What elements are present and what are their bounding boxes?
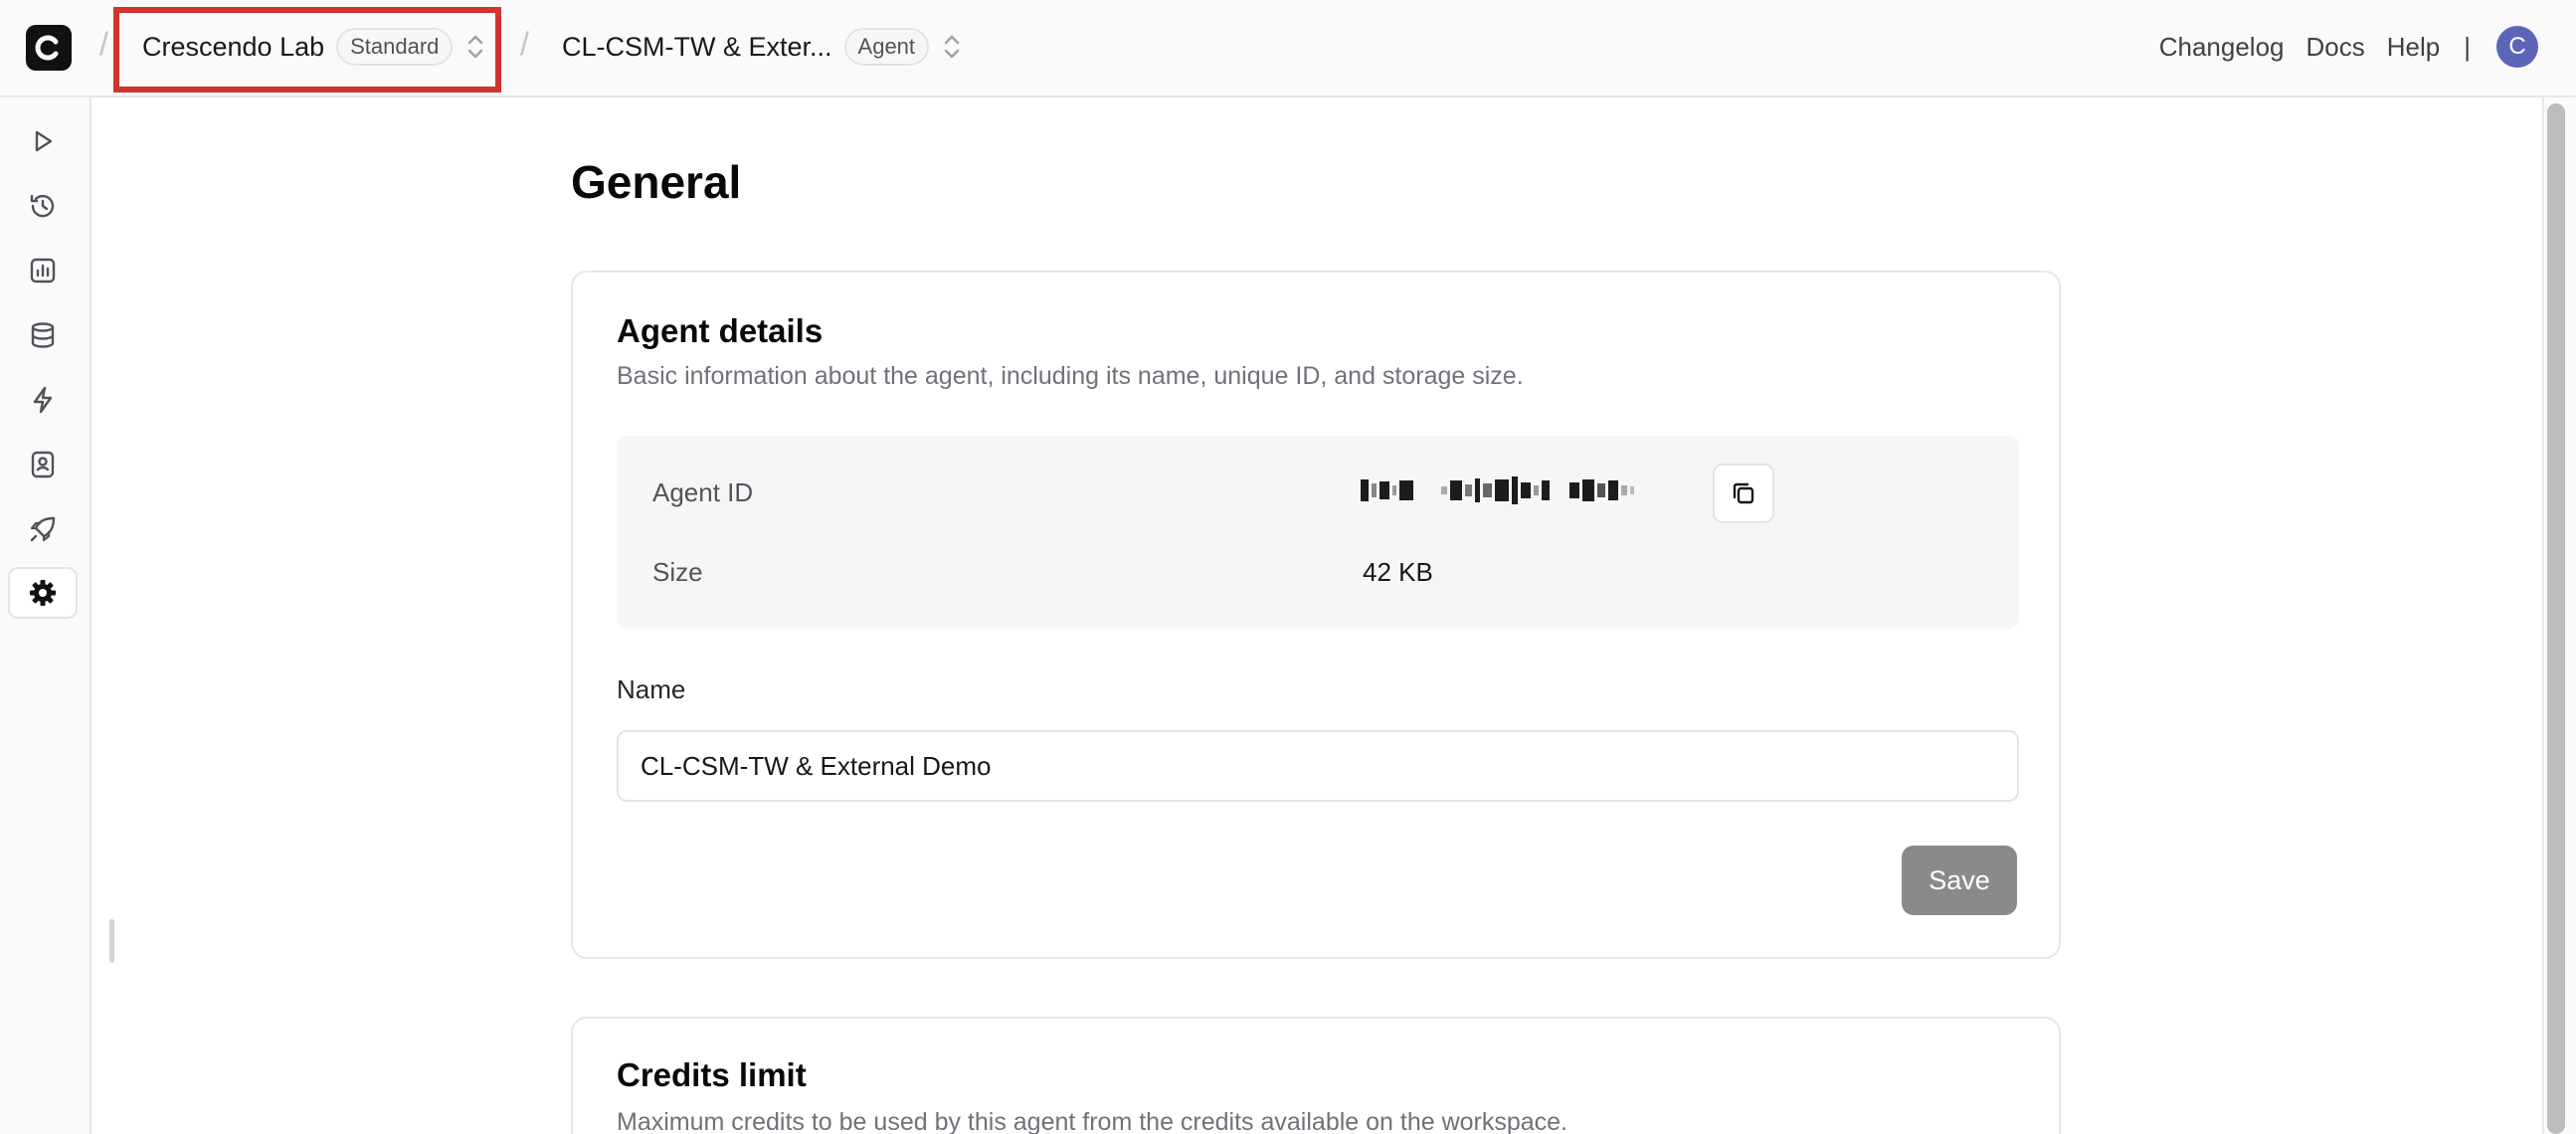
sidebar-item-settings[interactable] <box>8 567 78 619</box>
page-title: General <box>571 156 742 208</box>
chevron-up-down-icon <box>468 35 483 59</box>
agent-details-card: Agent details Basic information about th… <box>571 271 2061 959</box>
sidebar-item-deploy[interactable] <box>8 503 78 555</box>
docs-link[interactable]: Docs <box>2306 32 2365 63</box>
agent-id-label: Agent ID <box>652 477 754 507</box>
integrations-icon <box>33 386 53 414</box>
save-button[interactable]: Save <box>1902 846 2017 915</box>
copy-icon <box>1733 482 1754 504</box>
database-icon <box>31 322 55 348</box>
plan-badge: Standard <box>336 28 454 66</box>
breadcrumb-separator: / <box>99 26 108 62</box>
play-icon <box>35 130 53 152</box>
sidebar-item-analytics[interactable] <box>8 245 78 296</box>
agent-info-panel: Agent ID Size 42 KB <box>617 436 2019 629</box>
history-icon <box>30 194 55 218</box>
agent-details-heading: Agent details <box>617 312 824 349</box>
workspace-name: Crescendo Lab <box>142 31 325 62</box>
agent-id-value-redacted <box>1361 475 1699 505</box>
name-label: Name <box>617 674 686 704</box>
help-link[interactable]: Help <box>2387 32 2440 63</box>
size-label: Size <box>652 557 703 587</box>
copy-agent-id-button[interactable] <box>1713 464 1774 523</box>
workspace-switcher[interactable]: Crescendo Lab Standard <box>142 0 486 94</box>
sidebar-item-sources[interactable] <box>8 309 78 361</box>
changelog-link[interactable]: Changelog <box>2159 32 2285 63</box>
contacts-icon <box>31 451 55 478</box>
agent-switcher[interactable]: CL-CSM-TW & Exter... Agent <box>562 0 963 94</box>
analytics-icon <box>30 258 56 284</box>
agent-name: CL-CSM-TW & Exter... <box>562 31 832 62</box>
credits-limit-description: Maximum credits to be used by this agent… <box>617 1108 1568 1134</box>
size-value: 42 KB <box>1363 557 1433 587</box>
settings-icon <box>30 580 56 606</box>
scrollbar-thumb[interactable] <box>2547 103 2565 1134</box>
sidebar-resize-handle[interactable] <box>109 919 114 963</box>
top-bar: / Crescendo Lab Standard / CL-CSM-TW & E… <box>0 0 2576 97</box>
sidebar-item-playground[interactable] <box>8 115 78 167</box>
sidebar-item-activity[interactable] <box>8 180 78 232</box>
agent-name-input[interactable] <box>617 730 2019 802</box>
sidebar-item-contacts[interactable] <box>8 439 78 490</box>
breadcrumb-separator: / <box>520 26 529 62</box>
agent-details-description: Basic information about the agent, inclu… <box>617 362 1524 390</box>
sidebar <box>0 97 92 1134</box>
sidebar-item-actions[interactable] <box>8 374 78 426</box>
credits-limit-card: Credits limit Maximum credits to be used… <box>571 1017 2061 1134</box>
agent-badge: Agent <box>843 28 930 66</box>
deploy-icon <box>30 516 56 542</box>
app-logo[interactable] <box>26 25 72 71</box>
chevron-up-down-icon <box>944 35 960 59</box>
credits-limit-heading: Credits limit <box>617 1056 807 1093</box>
logo-c-icon <box>35 35 59 61</box>
nav-separator: | <box>2464 31 2471 62</box>
top-nav: Changelog Docs Help | C <box>2159 0 2538 94</box>
avatar[interactable]: C <box>2496 26 2538 68</box>
